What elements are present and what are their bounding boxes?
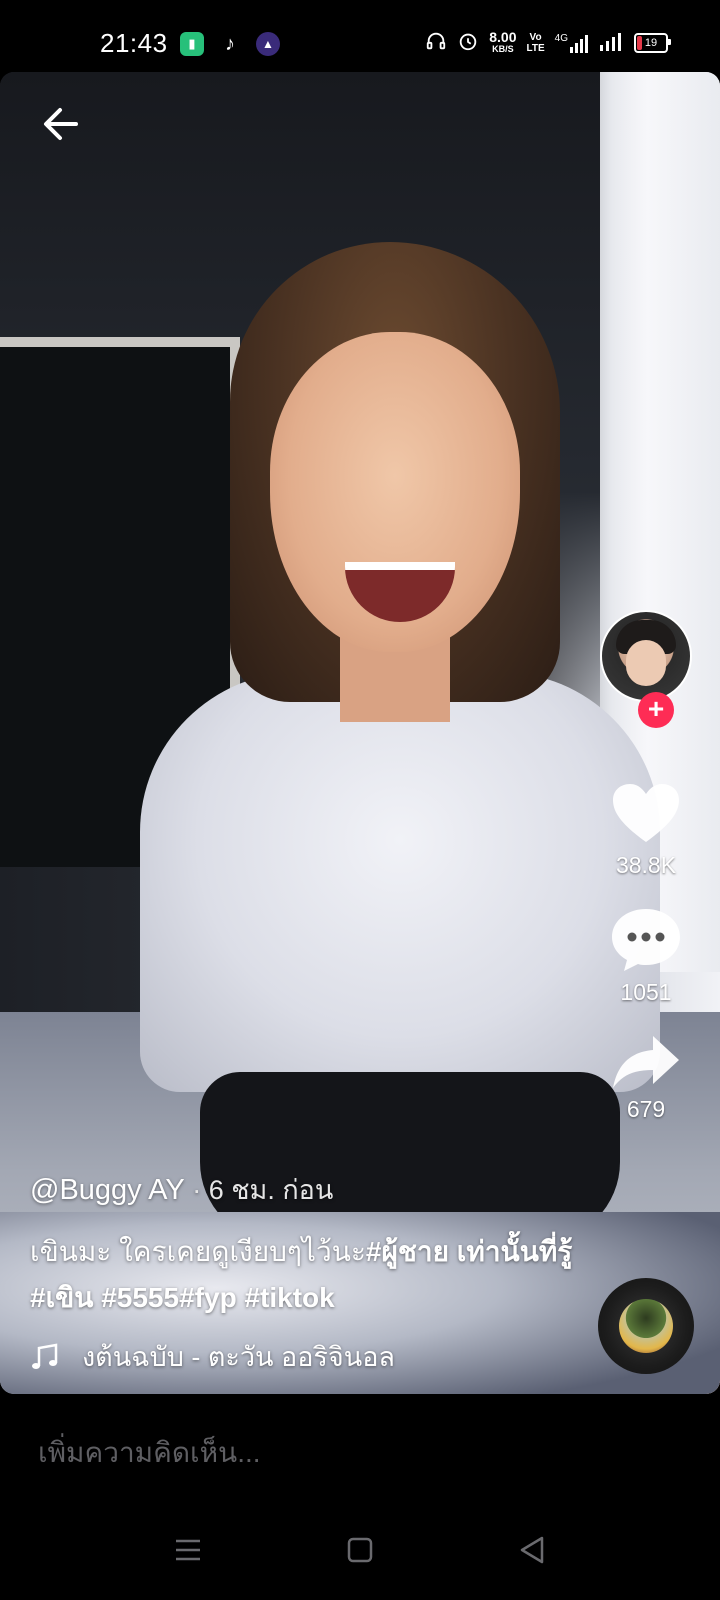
comment-action[interactable]: 1051 xyxy=(610,879,682,1006)
tiktok-app-icon: ♪ xyxy=(225,33,235,55)
share-action[interactable]: 679 xyxy=(611,1006,681,1123)
network-speed: 8.00 KB/S xyxy=(489,28,517,55)
back-button[interactable] xyxy=(38,100,86,148)
volte-indicator: Vo LTE xyxy=(526,31,545,54)
comment-input[interactable] xyxy=(36,1432,680,1474)
hashtag[interactable]: #fyp xyxy=(179,1282,237,1313)
signal-4g-icon: 4G xyxy=(555,33,590,53)
description-text: เขินมะ ใครเคยดูเงียบๆไว้นะ xyxy=(30,1236,366,1267)
author-avatar-wrap: + xyxy=(600,610,692,728)
nav-back-button[interactable] xyxy=(512,1530,552,1570)
author-handle[interactable]: @Buggy AY xyxy=(30,1174,184,1206)
headphones-icon xyxy=(425,30,447,55)
status-bar: 21:43 ▮ ♪ ▲ 8.00 KB/S Vo LTE 4G 19 xyxy=(0,0,720,70)
notification-app-icon: ▲ xyxy=(256,32,280,56)
battery-icon: 19 xyxy=(634,32,671,53)
posted-time: · 6 ชม. ก่อน xyxy=(192,1175,334,1205)
back-arrow-icon xyxy=(44,108,78,140)
system-nav-bar xyxy=(0,1506,720,1600)
plus-icon: + xyxy=(647,693,665,724)
nav-back-icon xyxy=(520,1536,544,1564)
music-note-icon xyxy=(32,1343,58,1369)
hashtag[interactable]: #5555 xyxy=(101,1282,179,1313)
author-avatar[interactable] xyxy=(600,610,692,702)
heart-icon xyxy=(613,784,679,842)
comment-icon xyxy=(612,909,680,971)
video-person-shirt xyxy=(140,672,660,1092)
nav-home-button[interactable] xyxy=(340,1530,380,1570)
avatar-face xyxy=(626,640,666,686)
like-action[interactable]: 38.8K xyxy=(611,720,681,879)
video-description: เขินมะ ใครเคยดูเงียบๆไว้นะ#ผู้ชาย เท่านั… xyxy=(30,1229,590,1321)
nav-menu-button[interactable] xyxy=(168,1530,208,1570)
share-icon xyxy=(613,1036,679,1088)
video-caption: @Buggy AY · 6 ชม. ก่อน เขินมะ ใครเคยดูเง… xyxy=(30,1168,590,1378)
signal-icon xyxy=(600,31,624,54)
hashtag[interactable]: #ผู้ชาย เท่านั้นที่รู้ xyxy=(366,1236,572,1267)
network-speed-value: 8.00 xyxy=(489,28,517,45)
like-count: 38.8K xyxy=(615,852,677,878)
alarm-icon xyxy=(457,30,479,55)
hashtag[interactable]: #tiktok xyxy=(244,1282,334,1313)
network-type: 4G xyxy=(554,32,568,44)
status-time: 21:43 xyxy=(100,28,168,58)
music-row[interactable]: งต้นฉบับ - ตะวัน ออริจินอล xyxy=(30,1335,590,1378)
comment-bar xyxy=(0,1396,720,1506)
music-disc[interactable] xyxy=(598,1278,694,1374)
status-right-icons: 8.00 KB/S Vo LTE 4G 19 xyxy=(425,28,671,55)
battery-saver-app-icon: ▮ xyxy=(180,32,204,56)
hashtag[interactable]: #เขิน xyxy=(30,1282,93,1313)
network-speed-unit: KB/S xyxy=(492,43,514,54)
music-title: งต้นฉบับ - ตะวัน ออริจินอล xyxy=(82,1342,395,1372)
nav-menu-icon xyxy=(176,1539,200,1561)
status-app-icons: ▮ ♪ ▲ xyxy=(180,32,280,56)
follow-button[interactable]: + xyxy=(638,692,674,728)
video-person xyxy=(0,242,720,1394)
nav-home-icon xyxy=(347,1537,373,1563)
comment-count: 1051 xyxy=(620,979,672,1005)
action-sidebar: + 38.8K 1051 679 xyxy=(598,610,694,1123)
battery-level: 19 xyxy=(644,36,658,49)
music-disc-cover xyxy=(619,1299,673,1353)
share-count: 679 xyxy=(626,1096,666,1122)
author-row: @Buggy AY · 6 ชม. ก่อน xyxy=(30,1168,590,1211)
